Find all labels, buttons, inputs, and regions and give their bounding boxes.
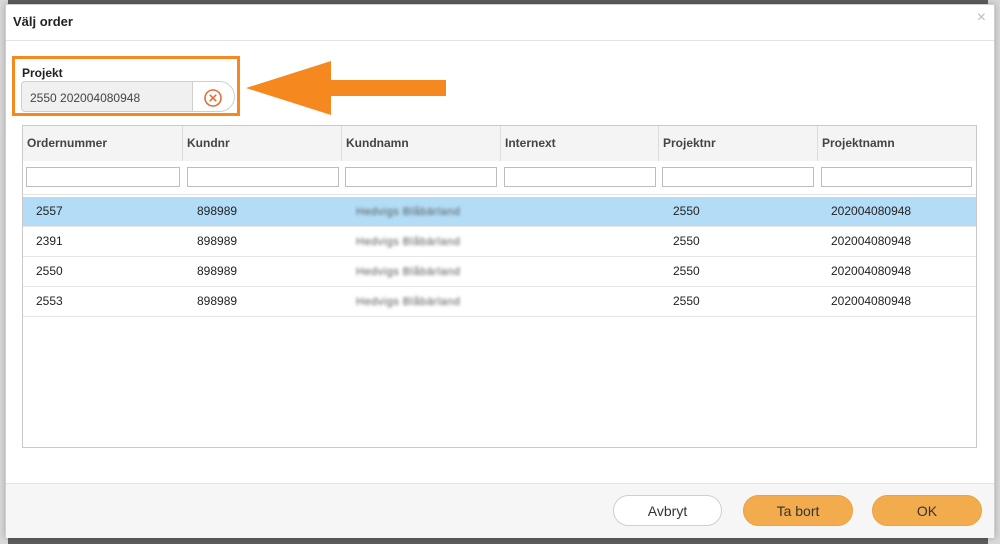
project-input[interactable]: 2550 202004080948 — [21, 81, 192, 112]
table-row[interactable]: 2550 898989 Hedvigs Blåbärland 2550 2020… — [23, 257, 976, 287]
cell-ordernummer: 2391 — [36, 234, 63, 248]
filter-kundnr-input[interactable] — [187, 167, 339, 187]
filter-ordernummer-input[interactable] — [26, 167, 180, 187]
table-row[interactable]: 2391 898989 Hedvigs Blåbärland 2550 2020… — [23, 227, 976, 257]
cell-kundnamn: Hedvigs Blåbärland — [356, 257, 460, 286]
grid-header: Ordernummer Kundnr Kundnamn Internext Pr… — [23, 126, 976, 162]
cell-ordernummer: 2550 — [36, 264, 63, 278]
column-header-ordernummer[interactable]: Ordernummer — [23, 126, 181, 161]
filter-internext-input[interactable] — [504, 167, 656, 187]
cell-projektnr: 2550 — [673, 294, 700, 308]
cell-kundnamn: Hedvigs Blåbärland — [356, 197, 460, 226]
filter-kundnamn-input[interactable] — [345, 167, 497, 187]
cell-projektnr: 2550 — [673, 264, 700, 278]
clear-circle-icon — [204, 89, 222, 107]
redacted-text: Hedvigs Blåbärland — [356, 266, 461, 278]
column-header-kundnr[interactable]: Kundnr — [182, 126, 337, 161]
column-header-internext[interactable]: Internext — [500, 126, 655, 161]
cell-kundnr: 898989 — [197, 264, 238, 278]
cell-ordernummer: 2557 — [36, 204, 63, 218]
redacted-text: Hedvigs Blåbärland — [356, 206, 461, 218]
filter-projektnamn-input[interactable] — [821, 167, 972, 187]
cell-kundnamn: Hedvigs Blåbärland — [356, 227, 460, 256]
cell-projektnamn: 202004080948 — [831, 294, 912, 308]
column-header-kundnamn[interactable]: Kundnamn — [341, 126, 496, 161]
project-label: Projekt — [22, 66, 63, 80]
column-header-projektnamn[interactable]: Projektnamn — [817, 126, 972, 161]
cell-projektnamn: 202004080948 — [831, 264, 912, 278]
table-row[interactable]: 2553 898989 Hedvigs Blåbärland 2550 2020… — [23, 287, 976, 317]
cell-projektnamn: 202004080948 — [831, 234, 912, 248]
dialog-title: Välj order — [13, 14, 73, 29]
project-clear-button[interactable] — [192, 81, 235, 112]
cancel-button[interactable]: Avbryt — [613, 495, 722, 526]
cell-kundnamn: Hedvigs Blåbärland — [356, 287, 460, 316]
annotation-arrow-icon — [246, 61, 446, 115]
filter-row — [23, 161, 976, 195]
redacted-text: Hedvigs Blåbärland — [356, 296, 461, 308]
cell-ordernummer: 2553 — [36, 294, 63, 308]
dialog-footer: Avbryt Ta bort OK — [6, 483, 994, 538]
table-row[interactable]: 2557 898989 Hedvigs Blåbärland 2550 2020… — [23, 197, 976, 227]
cell-kundnr: 898989 — [197, 204, 238, 218]
orders-grid: Ordernummer Kundnr Kundnamn Internext Pr… — [22, 125, 977, 448]
column-header-projektnr[interactable]: Projektnr — [658, 126, 813, 161]
cell-projektnr: 2550 — [673, 234, 700, 248]
cell-projektnamn: 202004080948 — [831, 204, 912, 218]
ok-button[interactable]: OK — [872, 495, 982, 526]
dialog-header: Välj order × — [6, 5, 994, 41]
filter-projektnr-input[interactable] — [662, 167, 814, 187]
delete-button[interactable]: Ta bort — [743, 495, 853, 526]
cell-projektnr: 2550 — [673, 204, 700, 218]
close-icon[interactable]: × — [977, 9, 986, 27]
cell-kundnr: 898989 — [197, 294, 238, 308]
cell-kundnr: 898989 — [197, 234, 238, 248]
select-order-dialog: Välj order × Projekt 2550 202004080948 O… — [5, 4, 995, 538]
redacted-text: Hedvigs Blåbärland — [356, 236, 461, 248]
